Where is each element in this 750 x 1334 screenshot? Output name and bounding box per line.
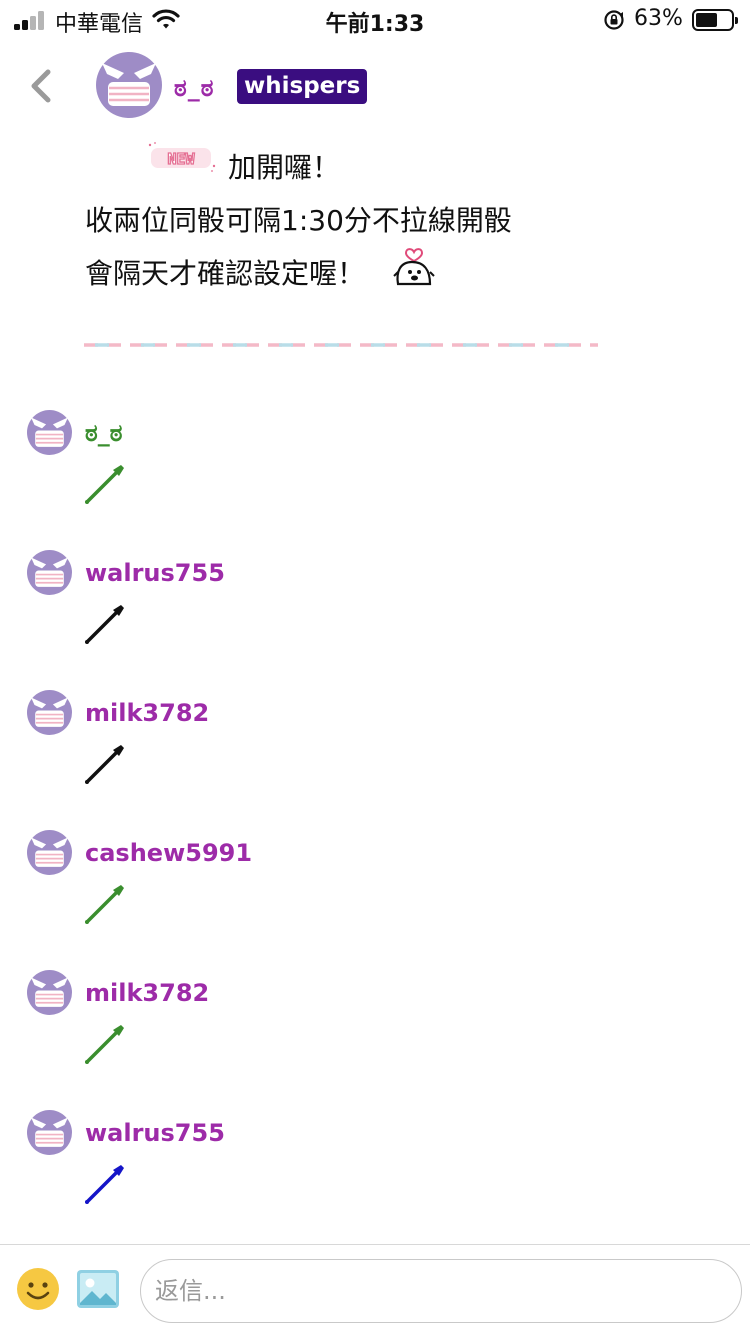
commenter-avatar[interactable] bbox=[27, 830, 72, 875]
comment-item: milk3782 bbox=[27, 970, 727, 1080]
reply-bar bbox=[0, 1244, 750, 1334]
svg-text:NEW: NEW bbox=[167, 150, 195, 168]
comment-item: walrus755 bbox=[27, 550, 727, 660]
post-line-2: 收兩位同骰可隔1:30分不拉線開骰 bbox=[85, 204, 512, 237]
comment-item: milk3782 bbox=[27, 690, 727, 800]
commenter-username[interactable]: walrus755 bbox=[85, 559, 225, 587]
commenter-avatar[interactable] bbox=[27, 1110, 72, 1155]
status-bar: 中華電信 午前1:33 63% bbox=[0, 0, 750, 40]
op-avatar[interactable] bbox=[96, 52, 162, 118]
smiley-icon[interactable] bbox=[16, 1267, 60, 1311]
new-sticker-icon: NEW bbox=[148, 142, 216, 172]
commenter-avatar[interactable] bbox=[27, 690, 72, 735]
post-line-1: 加開囉！ bbox=[228, 151, 341, 184]
commenter-username[interactable]: milk3782 bbox=[85, 979, 209, 1007]
commenter-username[interactable]: ಠ_ಠ bbox=[85, 419, 122, 447]
comment-item: walrus755 bbox=[27, 1110, 727, 1220]
rotation-lock-icon bbox=[604, 10, 624, 30]
commenter-username[interactable]: milk3782 bbox=[85, 699, 209, 727]
commenter-username[interactable]: cashew5991 bbox=[85, 839, 252, 867]
battery-percent: 63% bbox=[634, 6, 683, 31]
vuvuzela-icon bbox=[85, 1165, 124, 1204]
vuvuzela-icon bbox=[85, 745, 124, 784]
image-icon[interactable] bbox=[76, 1269, 120, 1309]
battery-icon bbox=[692, 9, 738, 31]
comment-item: cashew5991 bbox=[27, 830, 727, 940]
vuvuzela-icon bbox=[85, 605, 124, 644]
comment-item: ಠ_ಠ bbox=[27, 410, 727, 520]
reply-input[interactable] bbox=[140, 1259, 742, 1323]
vuvuzela-icon bbox=[85, 1025, 124, 1064]
ghost-heart-sticker-icon bbox=[393, 248, 435, 286]
vuvuzela-icon bbox=[85, 885, 124, 924]
battery-level bbox=[696, 13, 717, 27]
commenter-avatar[interactable] bbox=[27, 410, 72, 455]
commenter-username[interactable]: walrus755 bbox=[85, 1119, 225, 1147]
dashed-divider bbox=[84, 343, 598, 347]
back-button[interactable] bbox=[26, 64, 58, 108]
post-line-3: 會隔天才確認設定喔！ bbox=[85, 257, 366, 290]
commenter-avatar[interactable] bbox=[27, 970, 72, 1015]
commenter-avatar[interactable] bbox=[27, 550, 72, 595]
whispers-badge: whispers bbox=[237, 69, 368, 104]
vuvuzela-icon bbox=[85, 465, 124, 504]
op-username[interactable]: ಠ_ಠ bbox=[174, 74, 214, 102]
